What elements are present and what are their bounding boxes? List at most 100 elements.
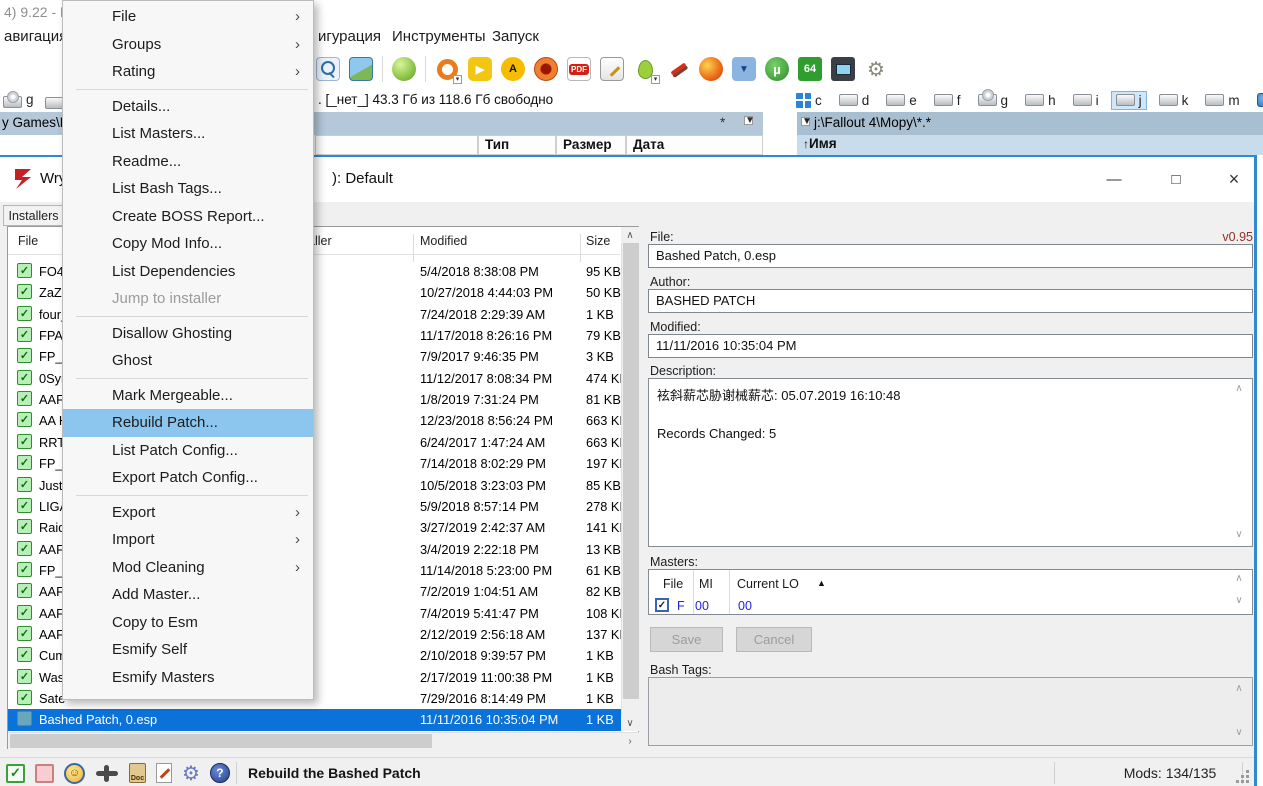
image-viewer-icon[interactable] [349,57,373,81]
mod-checkbox-checked[interactable]: ✓ [17,562,32,577]
gear-icon[interactable]: ⚙ [864,57,888,81]
menu-item-list-patch-config[interactable]: List Patch Config... [63,437,313,465]
menu-item-esmify-masters[interactable]: Esmify Masters [63,664,313,692]
downloader-icon[interactable]: ▼ [732,57,756,81]
mod-checkbox-checked[interactable]: ✓ [17,263,32,278]
menu-item-rebuild-patch[interactable]: Rebuild Patch... [63,409,313,437]
a-circle-icon[interactable]: A [501,57,525,81]
scroll-up-icon[interactable]: ∧ [621,227,639,243]
menu-item-rating[interactable]: Rating› [63,58,313,86]
pink-checkbox-icon[interactable] [35,764,54,783]
vertical-scrollbar[interactable] [621,227,639,731]
menu-item-mark-mergeable[interactable]: Mark Mergeable... [63,382,313,410]
scroll-right-icon[interactable]: › [621,733,639,750]
minimize-button[interactable]: — [1092,163,1136,195]
mod-checkbox-checked[interactable]: ✓ [17,498,32,513]
close-button[interactable]: × [1212,163,1256,195]
mod-checkbox-checked[interactable]: ✓ [17,284,32,299]
drive-m[interactable]: m [1200,91,1244,110]
modified-field[interactable]: 11/11/2016 10:35:04 PM [648,334,1253,358]
right-panel-path-bar[interactable]: ▼ j:\Fallout 4\Mopy\*.* [797,112,1263,135]
column-header-name-right[interactable]: ↑Имя [797,135,1263,155]
drive-e[interactable]: e [881,91,922,110]
flower-tool-icon[interactable] [534,57,558,81]
mod-checkbox-checked[interactable]: ✓ [17,541,32,556]
save-button[interactable]: Save [650,627,723,652]
mod-checkbox-checked[interactable]: ✓ [17,605,32,620]
scroll-up-icon[interactable]: ∧ [1232,383,1246,394]
menu-item-ghost[interactable]: Ghost [63,347,313,375]
mod-checkbox-checked[interactable]: ✓ [17,647,32,662]
x64-icon[interactable]: 64 [798,57,822,81]
mod-checkbox-checked[interactable]: ✓ [17,690,32,705]
mod-checkbox-checked[interactable]: ✓ [17,477,32,492]
menu-item-import[interactable]: Import› [63,526,313,554]
tc-menu-configuration[interactable]: игурация [318,28,381,45]
drive-g[interactable]: g [973,91,1014,110]
media-player-icon[interactable]: ▶ [468,57,492,81]
tc-menu-tools[interactable]: Инструменты [392,28,486,45]
scroll-down-icon[interactable]: ∨ [1232,727,1246,738]
column-header-size[interactable]: Size [586,234,610,248]
mod-checkbox-checked[interactable]: ✓ [17,306,32,321]
pdf-icon[interactable]: PDF [567,57,591,81]
droplet-icon[interactable]: ▾ [633,57,657,81]
masters-column-mi[interactable]: MI [699,577,713,591]
menu-item-readme[interactable]: Readme... [63,148,313,176]
cancel-button[interactable]: Cancel [736,627,812,652]
drive-h[interactable]: h [1020,91,1061,110]
utorrent-icon[interactable]: µ [765,57,789,81]
scrollbar-thumb[interactable] [623,243,639,699]
vaultboy-icon[interactable]: ☺ [64,763,85,784]
mod-checkbox-checked[interactable]: ✓ [17,391,32,406]
bash-tags-field[interactable] [648,677,1253,746]
menu-item-export-patch-config[interactable]: Export Patch Config... [63,464,313,492]
menu-item-list-bash-tags[interactable]: List Bash Tags... [63,175,313,203]
mod-checkbox-checked[interactable]: ✓ [17,669,32,684]
settings-gear-icon[interactable]: ⚙ [182,762,200,784]
mod-checkbox-checked[interactable]: ✓ [17,583,32,598]
computer-icon[interactable] [831,57,855,81]
menu-item-groups[interactable]: Groups› [63,31,313,59]
mod-checkbox-imported[interactable] [17,711,32,726]
scroll-down-icon[interactable]: ∨ [1232,529,1246,540]
scroll-down-icon[interactable]: ∨ [1232,595,1246,606]
drive-c[interactable]: c [791,91,827,110]
description-field[interactable]: 袨斜薪芯胁谢械薪芯: 05.07.2019 16:10:48 Records C… [648,378,1253,547]
red-pen-icon[interactable] [666,57,690,81]
column-header-modified[interactable]: Modified [420,234,467,248]
mod-checkbox-checked[interactable]: ✓ [17,348,32,363]
menu-item-list-dependencies[interactable]: List Dependencies [63,258,313,286]
firefox-icon[interactable] [699,57,723,81]
maximize-button[interactable]: □ [1154,163,1198,195]
column-header-name-left[interactable] [315,135,478,155]
help-icon[interactable]: ? [210,763,230,783]
mod-checkbox-checked[interactable]: ✓ [17,455,32,470]
mod-checkbox-checked[interactable]: ✓ [17,434,32,449]
cd-drive-icon[interactable] [3,96,22,108]
mod-checkbox-checked[interactable]: ✓ [17,412,32,427]
author-field[interactable]: BASHED PATCH [648,289,1253,313]
search-icon[interactable] [316,57,340,81]
mod-checkbox-checked[interactable]: ✓ [17,519,32,534]
menu-item-add-master[interactable]: Add Master... [63,581,313,609]
tc-menu-navigation[interactable]: авигация [4,28,67,45]
mod-checkbox-checked[interactable]: ✓ [17,327,32,342]
masters-column-file[interactable]: File [663,577,683,591]
menu-item-copy-mod-info[interactable]: Copy Mod Info... [63,230,313,258]
menu-item-mod-cleaning[interactable]: Mod Cleaning› [63,554,313,582]
path-dropdown-icon[interactable]: ▼ [801,117,810,126]
mod-row[interactable]: Bashed Patch, 0.esp11/11/2016 10:35:04 P… [8,709,621,730]
horizontal-scrollbar[interactable]: › [8,732,639,749]
menu-item-export[interactable]: Export› [63,499,313,527]
mod-checkbox-checked[interactable]: ✓ [17,370,32,385]
tab-installers[interactable]: Installers [3,205,64,226]
readme-edit-icon[interactable] [156,763,172,783]
mod-checkbox-checked[interactable]: ✓ [17,626,32,641]
masters-column-current-lo[interactable]: Current LO [737,577,799,591]
drive-i[interactable]: i [1068,91,1104,110]
file-field[interactable]: Bashed Patch, 0.esp [648,244,1253,268]
drive-d[interactable]: d [834,91,875,110]
notepad-icon[interactable] [600,57,624,81]
menu-item-disallow-ghosting[interactable]: Disallow Ghosting [63,320,313,348]
